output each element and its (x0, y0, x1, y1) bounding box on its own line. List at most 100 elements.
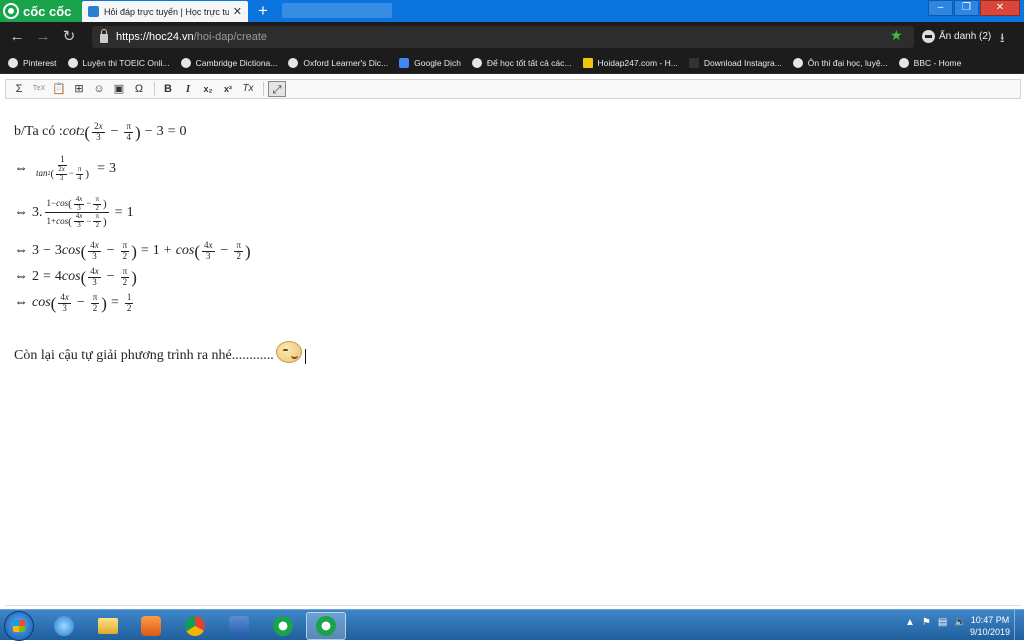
google-translate-icon (399, 57, 410, 68)
bookmark-item[interactable]: Pinterest (8, 57, 57, 68)
special-char-icon[interactable]: Ω (130, 81, 148, 97)
taskbar-media[interactable] (131, 612, 171, 640)
url-host: https://hoc24.vn (116, 31, 194, 43)
subscript-button[interactable]: x₂ (199, 81, 217, 97)
blurred-tab (282, 3, 392, 18)
image-icon[interactable]: ▣ (110, 81, 128, 97)
tab-bar: cốc cốc Hỏi đáp trực tuyến | Học trực tu… (0, 0, 1024, 22)
bookmark-label: Oxford Learner's Dic... (303, 57, 389, 68)
bookmark-label: Ôn thi đại học, luyệ... (807, 57, 888, 68)
taskbar-clock[interactable]: 10:47 PM 9/10/2019 (962, 614, 1018, 638)
equation-line-3: ⇔ 3. 1− cos(4x 3− π 2) 1+ cos(4x 3− π 2) = 1 (14, 195, 134, 230)
paste-icon[interactable]: 📋 (50, 81, 68, 97)
equation-line-4: ⇔ 3−3 cos (4x 3− π 2) = 1 + cos (4x 3− π 2) (14, 240, 251, 261)
clock-time: 10:47 PM (970, 615, 1010, 625)
coccoc-menu-button[interactable]: cốc cốc (0, 0, 82, 22)
coccoc-logo-icon (3, 3, 19, 19)
maximize-icon[interactable]: ⤢ (268, 81, 286, 97)
download-icon[interactable]: ⭳ (1000, 29, 1005, 51)
windows-taskbar: ▲ ⚑ ▤ 🔈 10:47 PM 9/10/2019 (0, 609, 1024, 641)
bookmark-label: Luyện thi TOEIC Onli... (82, 57, 170, 68)
address-bar: ← → ↻ https://hoc24.vn/hoi-dap/create ★ … (0, 22, 1024, 52)
bookmark-star-icon[interactable]: ★ (890, 27, 903, 44)
toolbar-divider (263, 82, 264, 96)
close-window-button[interactable]: ✕ (980, 0, 1020, 16)
coccoc-icon (316, 616, 336, 636)
url-input[interactable]: https://hoc24.vn/hoi-dap/create (92, 26, 914, 48)
equation-line-6: ⇔ cos (4x 3− π 2) = 1 2 (14, 292, 134, 313)
window-controls: – ❐ ✕ (927, 0, 1020, 18)
taskbar-ie[interactable] (44, 612, 84, 640)
clock-date: 9/10/2019 (969, 627, 1011, 637)
editor-bottom-border (5, 605, 1021, 606)
bold-button[interactable]: B (159, 81, 177, 97)
bookmark-item[interactable]: BBC - Home (898, 57, 962, 68)
bookmark-item[interactable]: Để học tốt tất cả các... (471, 57, 572, 68)
equation-line-2: ⇔ 1 tan 2(2x 3− π 4) = 3 (14, 154, 116, 182)
forward-arrow-icon[interactable]: → (34, 28, 52, 46)
taskbar-coccoc-active[interactable] (306, 612, 346, 640)
toolbar-divider (154, 82, 155, 96)
bookmark-item[interactable]: Cambridge Dictiona... (180, 57, 277, 68)
math-sigma-button[interactable]: Σ (10, 81, 28, 97)
globe-icon (8, 57, 18, 68)
italic-button[interactable]: I (179, 81, 197, 97)
tex-button[interactable]: TᴇX (30, 81, 48, 97)
tab-close-icon[interactable]: ✕ (233, 5, 242, 18)
taskbar-chrome[interactable] (175, 612, 215, 640)
folder-icon (98, 618, 118, 634)
equation-line-5: ⇔ 2 = 4 cos (4x 3− π 2) (14, 266, 137, 287)
new-tab-button[interactable]: + (254, 2, 272, 20)
incognito-icon (922, 30, 935, 43)
bookmark-item[interactable]: Download Instagra... (688, 57, 782, 68)
back-arrow-icon[interactable]: ← (8, 28, 26, 46)
equation-line-1: b/Ta có : cot 2 ( 2x 3 − π4 ) −3 = 0 (14, 121, 187, 142)
bookmark-item[interactable]: Ôn thi đại học, luyệ... (792, 57, 888, 68)
start-button[interactable] (4, 611, 34, 641)
globe-icon (67, 57, 78, 68)
remove-format-button[interactable]: Tx (239, 81, 257, 97)
taskbar-word[interactable] (219, 612, 259, 640)
action-center-flag-icon[interactable]: ⚑ (922, 617, 931, 628)
url-path: /hoi-dap/create (193, 31, 268, 43)
incognito-profile-button[interactable]: Ẩn danh (2) (922, 30, 991, 43)
wink-emoji-icon (275, 341, 302, 363)
bookmark-item[interactable]: Luyện thi TOEIC Onli... (67, 57, 170, 68)
bookmark-label: BBC - Home (913, 57, 962, 68)
globe-icon (180, 57, 191, 68)
bookmark-item[interactable]: Oxford Learner's Dic... (288, 57, 389, 68)
network-icon[interactable]: ▤ (938, 617, 947, 628)
editor-content[interactable]: b/Ta có : cot 2 ( 2x 3 − π4 ) −3 = 0 ⇔ 1 tan… (0, 100, 1024, 606)
internet-explorer-icon (54, 616, 74, 636)
bookmark-label: Google Dịch (414, 57, 461, 68)
editor-toolbar: Σ TᴇX 📋 ⊞ ☺ ▣ Ω B I x₂ x² Tx ⤢ (5, 79, 1021, 99)
globe-icon (792, 57, 803, 68)
profile-label: Ẩn danh (2) (939, 31, 992, 42)
bookmark-label: Để học tốt tất cả các... (486, 57, 572, 68)
minimize-button[interactable]: – (928, 0, 953, 16)
taskbar-coccoc[interactable] (263, 612, 303, 640)
restore-button[interactable]: ❐ (954, 0, 979, 16)
globe-icon (898, 57, 909, 68)
tab-active[interactable]: Hỏi đáp trực tuyến | Học trực tuyến ✕ (82, 1, 248, 22)
brand-label: cốc cốc (23, 3, 72, 19)
media-player-icon (141, 616, 161, 636)
table-icon[interactable]: ⊞ (70, 81, 88, 97)
download-site-icon (688, 57, 699, 68)
bookmark-label: Hoidap247.com - H... (597, 57, 678, 68)
bookmark-item[interactable]: Google Dịch (399, 57, 461, 68)
superscript-button[interactable]: x² (219, 81, 237, 97)
coccoc-icon (273, 616, 293, 636)
line-prefix: b/Ta có : (14, 124, 63, 140)
lock-icon (100, 29, 108, 43)
bookmark-item[interactable]: Hoidap247.com - H... (582, 57, 678, 68)
closing-text: Còn lại cậu tự giải phương trình ra nhé.… (14, 348, 274, 363)
globe-icon (471, 57, 482, 68)
tray-expand-icon[interactable]: ▲ (905, 617, 915, 628)
bookmark-label: Pinterest (23, 57, 57, 68)
reload-icon[interactable]: ↻ (60, 28, 78, 46)
show-desktop-button[interactable] (1014, 610, 1024, 641)
taskbar-explorer[interactable] (88, 612, 128, 640)
bookmark-label: Download Instagra... (703, 57, 782, 68)
emoji-icon[interactable]: ☺ (90, 81, 108, 97)
